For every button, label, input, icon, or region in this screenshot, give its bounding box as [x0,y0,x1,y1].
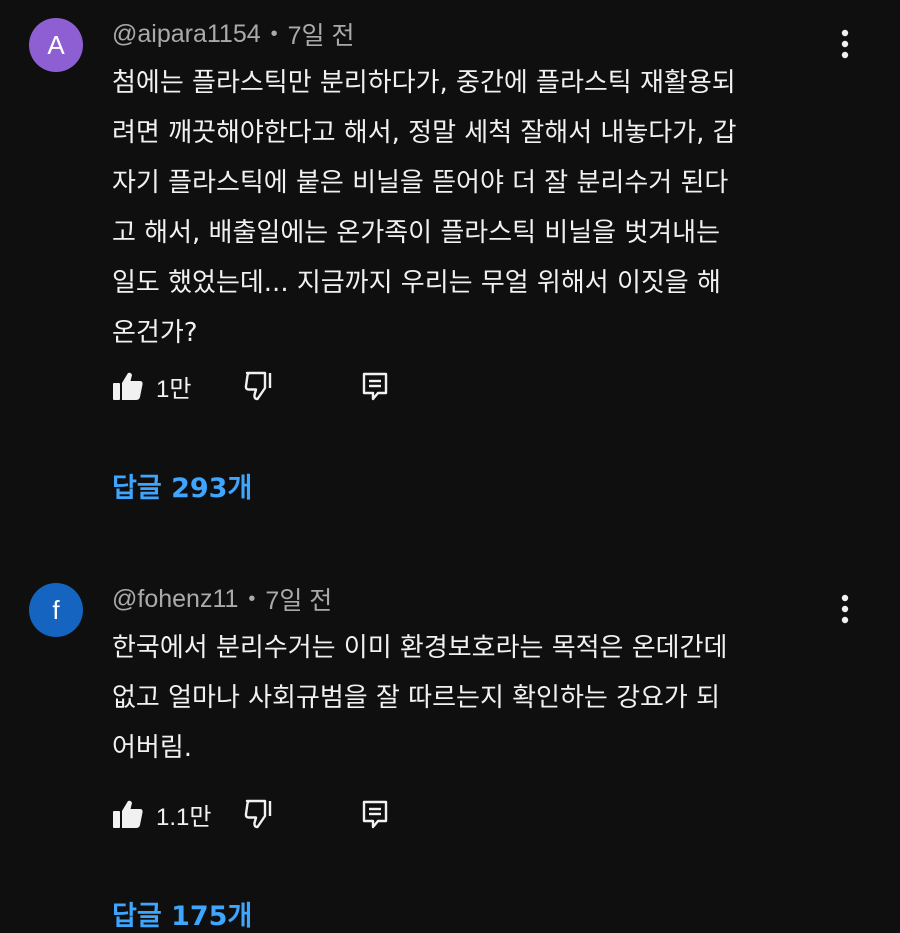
comment-text: 한국에서 분리수거는 이미 환경보호라는 목적은 온데간데 없고 얼마나 사회규… [112,633,728,763]
replies-toggle[interactable]: 답글 175개 [112,894,252,933]
separator-dot: • [270,22,278,45]
comment-time[interactable]: 7일 전 [265,581,332,617]
thumb-up-icon [113,800,143,828]
avatar-letter: A [47,29,65,60]
dislike-button[interactable] [242,797,276,831]
comment-header: @aipara1154 • 7일 전 [112,14,355,54]
like-button[interactable]: 1만 [112,369,191,404]
separator-dot: • [248,587,256,610]
like-count: 1만 [156,375,192,403]
reply-button[interactable] [358,369,392,403]
comment-time[interactable]: 7일 전 [288,16,355,52]
comment-actions: 1.1만 [112,792,388,836]
more-vert-icon [841,594,849,624]
comment-actions: 1만 [112,364,388,408]
reply-button[interactable] [358,797,392,831]
thumb-down-icon [244,799,272,829]
avatar[interactable]: f [29,583,83,637]
thumb-up-icon [113,372,143,400]
reply-icon [362,800,388,829]
avatar-letter: f [52,594,60,625]
comment-text: 첨에는 플라스틱만 분리하다가, 중간에 플라스틱 재활용되 려면 깨끗해야한다… [112,68,737,348]
like-count: 1.1만 [156,803,212,831]
like-button[interactable]: 1.1만 [112,797,211,832]
reply-icon [362,372,388,401]
avatar[interactable]: A [29,18,83,72]
dislike-button[interactable] [242,369,276,403]
thumb-down-icon [244,371,272,401]
more-vert-icon [841,29,849,59]
author-handle[interactable]: @aipara1154 [112,20,261,49]
author-handle[interactable]: @fohenz11 [112,585,238,614]
comment-header: @fohenz11 • 7일 전 [112,579,332,619]
replies-toggle[interactable]: 답글 293개 [112,466,252,505]
